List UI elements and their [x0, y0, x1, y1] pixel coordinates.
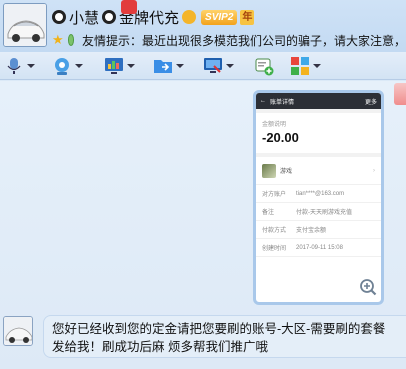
screen-share-icon	[104, 56, 124, 76]
folder-icon	[153, 56, 173, 76]
chevron-down-icon[interactable]	[75, 64, 83, 68]
screenshot-title: 账单详情	[270, 99, 295, 106]
star-icon[interactable]: ★	[52, 32, 64, 48]
screen-share-button[interactable]	[104, 55, 135, 77]
screenshot-row: 付款方式 支付宝余额	[256, 221, 381, 239]
message-text-line: 发给我！刷成功后麻 烦多帮我们推广哦	[52, 340, 268, 354]
chevron-down-icon[interactable]	[27, 64, 35, 68]
video-button[interactable]	[52, 55, 83, 77]
chat-toolbar	[0, 52, 406, 80]
message-text-line: 您好已经收到您的定金请把您要刷的账号-大区-需要刷的套餐	[52, 322, 386, 336]
screenshot-top-bar: ← 账单详情 更多	[256, 93, 381, 109]
screenshot-amount: -20.00	[262, 130, 299, 145]
screenshot-row: 对方账户 tian****@163.com	[256, 185, 381, 203]
screenshot-item: 游戏 ›	[256, 157, 381, 185]
status-icon[interactable]	[67, 34, 74, 46]
notice-text: 友情提示：最近出现很多模范我们公司的骗子，请大家注意，	[81, 33, 406, 48]
contact-name: 小慧	[69, 9, 100, 27]
year-badge: 年	[240, 9, 255, 25]
svip-badge[interactable]: SVIP2	[201, 9, 238, 25]
camera-icon	[52, 56, 72, 76]
screenshot-item-label: 游戏	[280, 169, 293, 175]
file-transfer-button[interactable]	[153, 55, 184, 77]
screenshot-row: 备注 付款-天天刷游戏充值	[256, 203, 381, 221]
microphone-icon	[4, 56, 24, 76]
chevron-down-icon[interactable]	[127, 64, 135, 68]
chevron-right-icon: ›	[373, 167, 375, 174]
message-bubble[interactable]: 您好已经收到您的定金请把您要刷的账号-大区-需要刷的套餐 发给我！刷成功后麻 烦…	[43, 315, 406, 358]
screenshot-amount-label: 金额说明	[262, 122, 287, 128]
zoom-icon[interactable]	[359, 278, 377, 296]
voice-button[interactable]	[4, 55, 35, 77]
more-apps-button[interactable]	[290, 55, 321, 77]
back-icon: ←	[260, 98, 266, 104]
received-screenshot[interactable]: ← 账单详情 更多 金额说明 -20.00 游戏 › 对方账户 tian****@…	[253, 90, 384, 305]
gift-icon	[121, 0, 137, 14]
chevron-down-icon[interactable]	[313, 64, 321, 68]
crown-icon	[52, 10, 66, 24]
remote-desktop-button[interactable]	[203, 55, 234, 77]
apps-grid-icon	[290, 56, 310, 76]
add-app-button[interactable]	[254, 55, 274, 77]
message-avatar[interactable]	[3, 316, 33, 346]
crown-icon	[102, 10, 117, 24]
notice-bar: ★ 友情提示：最近出现很多模范我们公司的骗子，请大家注意，	[52, 31, 406, 49]
game-thumbnail	[262, 163, 276, 178]
side-panel-icon[interactable]	[394, 83, 406, 105]
contact-title: 小慧 金牌代充 SVIP2 年	[52, 6, 255, 28]
contact-avatar[interactable]	[3, 3, 47, 47]
screenshot-more: 更多	[364, 99, 377, 106]
chevron-down-icon[interactable]	[226, 64, 234, 68]
chevron-down-icon[interactable]	[176, 64, 184, 68]
monitor-icon	[203, 56, 223, 76]
penguin-vip-icon	[182, 10, 197, 24]
chat-header: 小慧 金牌代充 SVIP2 年 ★ 友情提示：最近出现很多模范我们公司的骗子，请…	[0, 0, 406, 52]
screenshot-row: 创建时间 2017-09-11 15:08	[256, 239, 381, 257]
add-app-icon	[254, 56, 274, 76]
